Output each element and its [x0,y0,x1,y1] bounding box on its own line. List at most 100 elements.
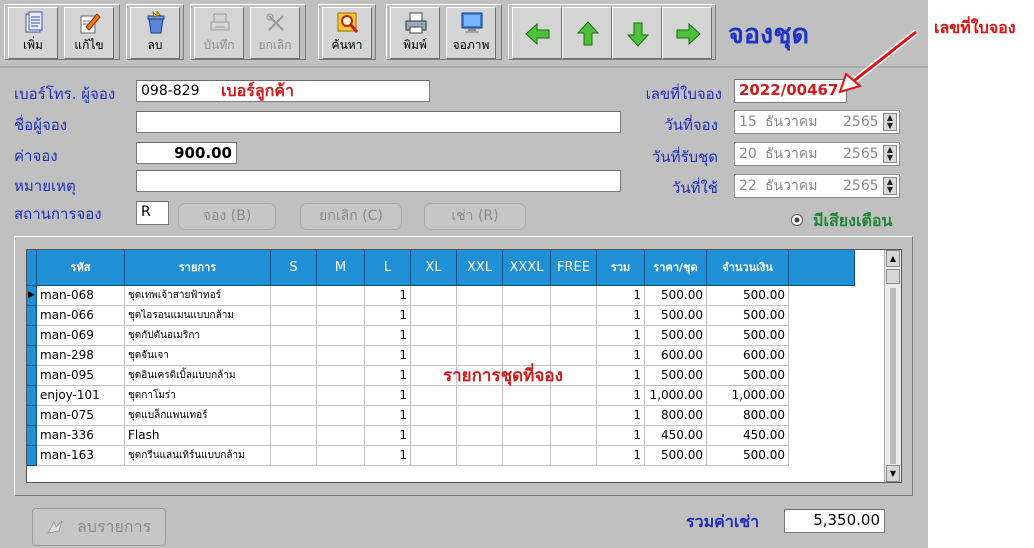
cell-amount[interactable]: 1,000.00 [707,386,789,406]
doc-no-field[interactable]: 2022/00467 [734,79,847,103]
scroll-up-icon[interactable]: ▲ [886,250,900,267]
cell-free[interactable] [551,446,597,466]
cell-price[interactable]: 450.00 [645,426,707,446]
cell-code[interactable]: man-163 [37,446,125,466]
cell-xxl[interactable] [457,386,503,406]
column-header[interactable]: XL [411,250,457,286]
note-field[interactable] [136,170,621,192]
cell-m[interactable] [317,386,365,406]
add-button[interactable]: เพิ่ม [8,7,58,59]
date-use-spinner[interactable]: ▲ ▼ [883,177,897,195]
cell-price[interactable]: 500.00 [645,326,707,346]
cell-m[interactable] [317,326,365,346]
column-header[interactable]: S [271,250,317,286]
cell-code[interactable]: man-075 [37,406,125,426]
cell-xl[interactable] [411,326,457,346]
cell-m[interactable] [317,406,365,426]
cell-l[interactable]: 1 [365,446,411,466]
cell-xl[interactable] [411,386,457,406]
table-row[interactable]: man-075 ชุดแบล็กแพนเทอร์ 1 1 800.00 800.00 [27,406,789,426]
phone-field[interactable]: 098-829 เบอร์ลูกค้า [136,80,430,102]
cell-s[interactable] [271,446,317,466]
scroll-thumb[interactable] [886,269,900,284]
cell-free[interactable] [551,386,597,406]
row-indicator[interactable]: ▶ [27,286,37,306]
cancel-button[interactable]: ยกเลิก [250,7,300,59]
cell-m[interactable] [317,426,365,446]
book-button[interactable]: จอง (B) [178,203,276,230]
cell-amount[interactable]: 500.00 [707,306,789,326]
rent-button[interactable]: เช่า (R) [424,203,526,230]
row-indicator[interactable] [27,446,37,466]
cell-amount[interactable]: 450.00 [707,426,789,446]
cell-amount[interactable]: 600.00 [707,346,789,366]
row-indicator[interactable] [27,426,37,446]
cell-xxxl[interactable] [503,326,551,346]
cell-xxxl[interactable] [503,306,551,326]
date-pickup-picker[interactable]: 20 ธันวาคม 2565 ▲ ▼ [734,142,900,166]
date-use-picker[interactable]: 22 ธันวาคม 2565 ▲ ▼ [734,174,900,198]
cell-l[interactable]: 1 [365,366,411,386]
cell-name[interactable]: ชุดไอรอนแมนแบบกล้าม [125,306,271,326]
date-pickup-spinner[interactable]: ▲ ▼ [883,145,897,163]
cell-l[interactable]: 1 [365,386,411,406]
column-header[interactable]: รหัส [37,250,125,286]
cell-code[interactable]: man-336 [37,426,125,446]
cell-l[interactable]: 1 [365,306,411,326]
row-indicator[interactable] [27,406,37,426]
cell-code[interactable]: man-069 [37,326,125,346]
column-header[interactable]: รวม [597,250,645,286]
cell-price[interactable]: 500.00 [645,366,707,386]
cell-xxxl[interactable] [503,386,551,406]
cell-m[interactable] [317,366,365,386]
cell-free[interactable] [551,306,597,326]
scroll-track[interactable] [890,288,896,464]
grid-vertical-scrollbar[interactable]: ▲ ▼ [884,250,901,482]
cell-xxl[interactable] [457,326,503,346]
column-header[interactable]: จำนวนเงิน [707,250,789,286]
cell-name[interactable]: ชุดกาโมร่า [125,386,271,406]
cancel-booking-button[interactable]: ยกเลิก (C) [300,203,402,230]
cell-code[interactable]: man-068 [37,286,125,306]
cell-xxl[interactable] [457,406,503,426]
cell-code[interactable]: man-095 [37,366,125,386]
cell-xxxl[interactable] [503,286,551,306]
cell-free[interactable] [551,426,597,446]
row-indicator[interactable] [27,346,37,366]
table-row[interactable]: enjoy-101 ชุดกาโมร่า 1 1 1,000.00 1,000.00 [27,386,789,406]
cell-total[interactable]: 1 [597,366,645,386]
save-button[interactable]: บันทึก [194,7,244,59]
cell-code[interactable]: man-066 [37,306,125,326]
nav-last-button[interactable] [662,7,712,59]
cell-total[interactable]: 1 [597,326,645,346]
cell-xxxl[interactable] [503,406,551,426]
print-button[interactable]: พิมพ์ [390,7,440,59]
cell-name[interactable]: Flash [125,426,271,446]
cell-m[interactable] [317,346,365,366]
cell-code[interactable]: enjoy-101 [37,386,125,406]
row-indicator[interactable] [27,326,37,346]
cell-xl[interactable] [411,446,457,466]
cell-free[interactable] [551,286,597,306]
cell-amount[interactable]: 500.00 [707,286,789,306]
search-button[interactable]: ค้นหา [322,7,372,59]
cell-xxl[interactable] [457,306,503,326]
cell-l[interactable]: 1 [365,406,411,426]
column-header[interactable]: M [317,250,365,286]
cell-code[interactable]: man-298 [37,346,125,366]
table-row[interactable]: man-066 ชุดไอรอนแมนแบบกล้าม 1 1 500.00 500.00 [27,306,789,326]
table-row[interactable]: man-298 ชุดจันเจา 1 1 600.00 600.00 [27,346,789,366]
cell-m[interactable] [317,306,365,326]
cell-name[interactable]: ชุดเทพเจ้าสายฟ้าทอร์ [125,286,271,306]
cell-name[interactable]: ชุดกัปตันอเมริกา [125,326,271,346]
date-book-picker[interactable]: 15 ธันวาคม 2565 ▲ ▼ [734,110,900,134]
column-header[interactable]: รายการ [125,250,271,286]
cell-free[interactable] [551,326,597,346]
cell-xxxl[interactable] [503,446,551,466]
cell-s[interactable] [271,426,317,446]
column-header[interactable]: FREE [551,250,597,286]
cell-m[interactable] [317,446,365,466]
name-field[interactable] [136,111,621,133]
table-row[interactable]: man-095 ชุดอินเครดิเบิ้ลแบบกล้าม 1 1 500.00 5… [27,366,789,386]
cell-s[interactable] [271,306,317,326]
